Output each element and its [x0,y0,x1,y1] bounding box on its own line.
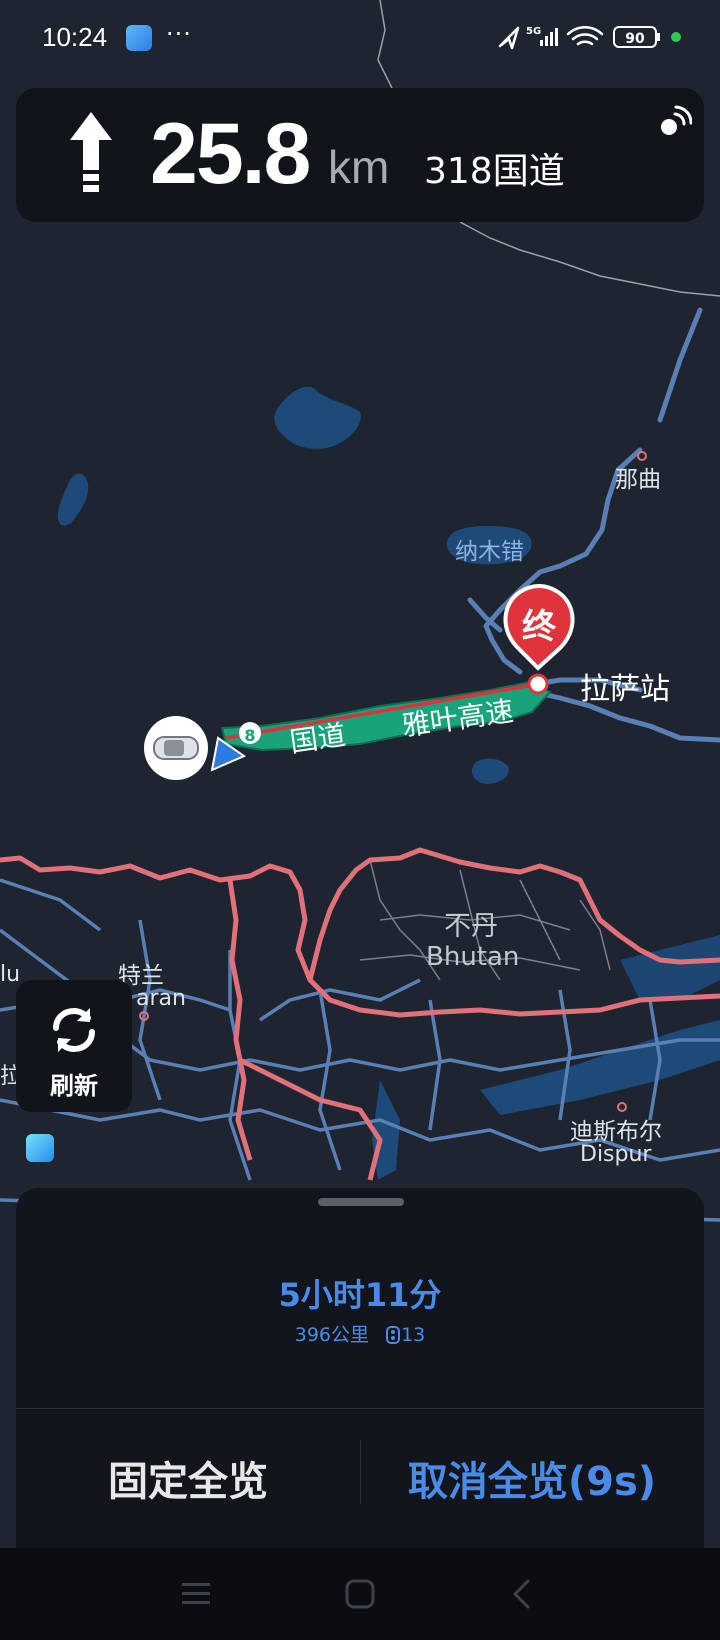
label-telan-en: aran [136,986,186,1011]
status-more-icon: ··· [166,20,192,48]
back-icon[interactable] [510,1578,534,1610]
refresh-icon [53,1007,95,1053]
straight-arrow-icon [70,112,112,192]
label-bhutan-en: Bhutan [426,942,520,972]
signal-icon [540,28,558,46]
fixed-overview-button[interactable]: 固定全览 [16,1408,360,1548]
label-dispur-cn: 迪斯布尔 [570,1119,662,1145]
cancel-overview-button[interactable]: 取消全览(9s) [360,1408,704,1548]
system-navigation-bar [0,1548,720,1640]
traffic-light-count: 13 [401,1324,426,1346]
wifi-icon [566,26,604,46]
route-summary: 396公里 13 [16,1320,704,1347]
traffic-light-icon [386,1326,401,1344]
label-edge-lu: lu [0,962,21,987]
eta-duration: 5小时11分 [278,1276,442,1314]
refresh-label: 刷新 [50,1072,98,1100]
label-bhutan-cn: 不丹 [444,911,498,942]
label-dispur-en: Dispur [580,1142,652,1167]
sheet-drag-handle[interactable] [318,1198,404,1206]
status-time: 10:24 [42,22,108,52]
status-bar: 10:24 ··· 5G 90 [0,0,720,78]
menu-icon[interactable] [180,1580,212,1608]
network-type: 5G [526,26,541,37]
route-overview-sheet: 5小时11分 396公里 13 固定全览 取消全览(9s) [16,1188,704,1548]
current-road-name: 318国道 [424,151,565,192]
battery-level: 90 [625,31,645,47]
map-app-icon[interactable] [26,1134,54,1162]
privacy-indicator-icon [671,32,681,42]
route-distance: 396公里 [294,1324,370,1346]
distance-unit: km [328,141,390,193]
destination-marker-label: 终 [522,607,557,647]
label-naqu: 那曲 [615,467,661,493]
notification-app-icon [126,25,152,51]
route-shield-number: 8 [244,726,255,745]
status-indicators: 5G 90 [498,26,681,50]
battery-icon: 90 [613,26,660,48]
label-namtso: 纳木错 [455,539,524,565]
location-arrow-icon [498,26,520,50]
refresh-button[interactable]: 刷新 [16,980,132,1112]
next-turn-distance: 25.8 [150,106,311,202]
label-lhasa-station: 拉萨站 [580,672,670,707]
home-icon[interactable] [344,1578,376,1610]
broadcast-icon[interactable] [656,104,692,140]
